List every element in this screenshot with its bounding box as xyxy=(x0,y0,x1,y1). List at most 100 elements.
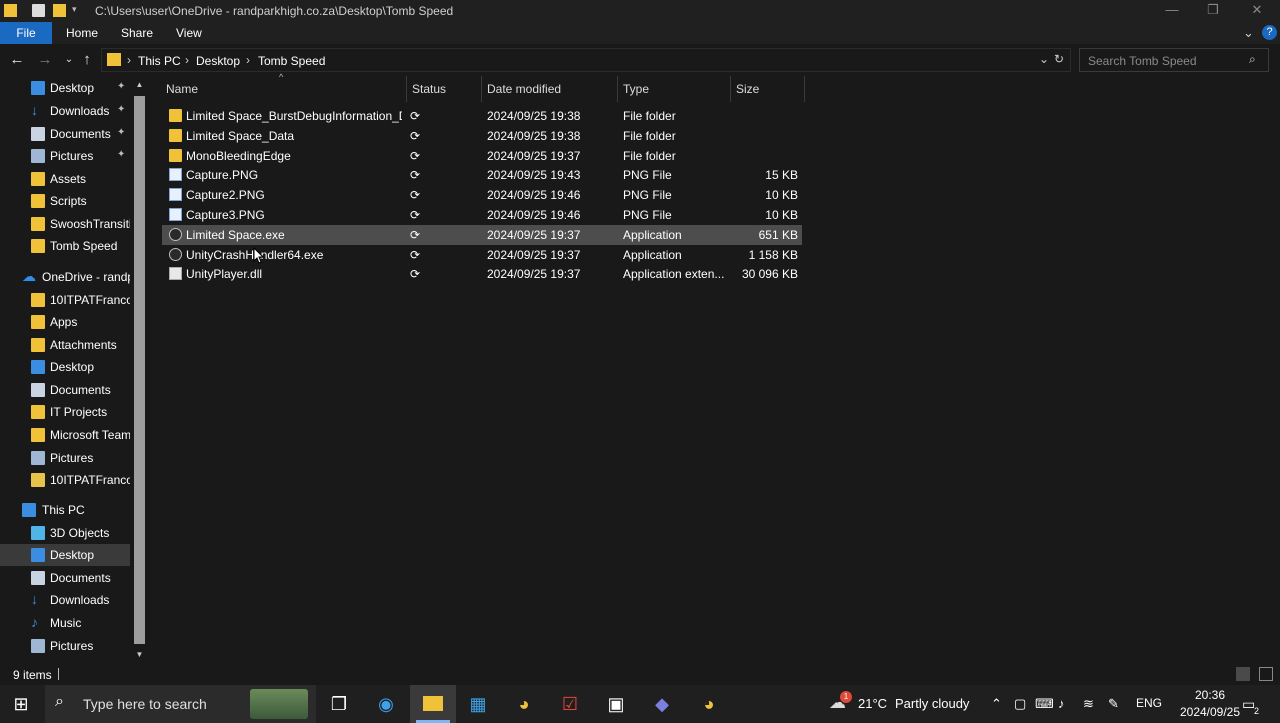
clock-date[interactable]: 2024/09/25 xyxy=(1168,705,1252,719)
show-hidden-icons-icon[interactable]: ⌃ xyxy=(991,696,1002,712)
search-input[interactable] xyxy=(1086,52,1250,70)
sidebar-item-tomb-speed[interactable]: Tomb Speed xyxy=(0,235,130,257)
address-bar[interactable]: › This PC › Desktop › Tomb Speed ⌄ ↻ xyxy=(101,48,1071,72)
sidebar-item-scripts[interactable]: Scripts xyxy=(0,190,130,212)
capture-icon[interactable]: ▣ xyxy=(603,691,629,717)
sidebar-item-desktop[interactable]: Desktop xyxy=(0,356,130,378)
column-size[interactable]: Size xyxy=(736,82,759,96)
pin-icon[interactable]: ✦ xyxy=(117,127,125,138)
file-row[interactable]: Limited Space_BurstDebugInformation_D...… xyxy=(162,106,802,126)
search-highlight-image[interactable] xyxy=(250,689,308,719)
store-icon[interactable]: ▦ xyxy=(465,691,491,717)
pin-icon[interactable]: ✦ xyxy=(117,81,125,92)
sidebar-item-it-projects[interactable]: IT Projects xyxy=(0,401,130,423)
tab-file[interactable]: File xyxy=(0,22,52,44)
sidebar-item-pictures[interactable]: Pictures xyxy=(0,635,130,657)
column-name[interactable]: Name xyxy=(166,82,198,96)
restore-button[interactable]: ❐ xyxy=(1191,0,1235,22)
sidebar-item-music[interactable]: ♪ Music xyxy=(0,612,130,634)
sidebar-item-microsoft-teams[interactable]: Microsoft Teams xyxy=(0,424,130,446)
sidebar-scrollbar[interactable]: ▲ ▼ xyxy=(133,80,146,663)
meet-now-icon[interactable]: ▢ xyxy=(1014,696,1026,712)
tab-view[interactable]: View xyxy=(176,22,202,44)
tab-share[interactable]: Share xyxy=(121,22,153,44)
todoist-icon[interactable]: ☑ xyxy=(557,691,583,717)
language-indicator[interactable]: ENG xyxy=(1136,696,1162,710)
taskbar-search-placeholder[interactable]: Type here to search xyxy=(83,696,207,712)
customize-chevron-icon[interactable]: ▾ xyxy=(72,4,85,17)
forward-icon[interactable]: → xyxy=(36,50,54,70)
task-view-icon[interactable]: ❐ xyxy=(326,691,352,717)
sidebar-item-documents[interactable]: Documents ✦ xyxy=(0,123,130,145)
breadcrumb-separator[interactable]: › xyxy=(127,53,131,67)
network-icon[interactable]: ≋ xyxy=(1083,696,1094,712)
sidebar-item-desktop[interactable]: Desktop xyxy=(0,544,130,566)
edge-icon[interactable]: ◉ xyxy=(373,691,399,717)
column-divider[interactable] xyxy=(804,76,805,102)
large-icons-view-icon[interactable] xyxy=(1259,667,1273,681)
weather-text[interactable]: Partly cloudy xyxy=(895,696,969,711)
chrome-icon[interactable]: ◕ xyxy=(511,691,537,717)
sidebar-item-downloads[interactable]: ↓ Downloads ✦ xyxy=(0,100,130,122)
sidebar-item-3d-objects[interactable]: 3D Objects xyxy=(0,522,130,544)
sidebar-item-desktop[interactable]: Desktop ✦ xyxy=(0,77,130,99)
file-row[interactable]: Capture.PNG ⟳ 2024/09/25 19:43 PNG File 15 K… xyxy=(162,165,802,185)
taskbar-search[interactable]: ⌕ Type here to search xyxy=(45,685,316,723)
file-row[interactable]: Capture3.PNG ⟳ 2024/09/25 19:46 PNG File 10 … xyxy=(162,205,802,225)
column-divider[interactable] xyxy=(481,76,482,102)
column-type[interactable]: Type xyxy=(623,82,649,96)
scroll-up-icon[interactable]: ▲ xyxy=(134,80,145,89)
breadcrumb-separator[interactable]: › xyxy=(246,53,250,67)
tab-home[interactable]: Home xyxy=(66,22,98,44)
scroll-down-icon[interactable]: ▼ xyxy=(134,650,145,659)
recent-chevron-icon[interactable]: ⌄ xyxy=(60,50,78,70)
windows-start-icon[interactable]: ⊞ xyxy=(8,691,34,717)
close-button[interactable]: ✕ xyxy=(1235,0,1279,22)
clock-time[interactable]: 20:36 xyxy=(1180,688,1240,702)
sidebar-item-documents[interactable]: Documents xyxy=(0,379,130,401)
sidebar-item-assets[interactable]: Assets xyxy=(0,168,130,190)
column-divider[interactable] xyxy=(406,76,407,102)
sidebar-item-attachments[interactable]: Attachments xyxy=(0,334,130,356)
sidebar-item-10itpatfrancoisl[interactable]: 10ITPATFrancoisl xyxy=(0,289,130,311)
address-dropdown-icon[interactable]: ⌄ xyxy=(1039,52,1049,66)
help-icon[interactable]: ? xyxy=(1262,25,1277,40)
sidebar-item-onedrive-randpa[interactable]: ☁ OneDrive - randpa xyxy=(0,266,130,288)
column-divider[interactable] xyxy=(617,76,618,102)
sidebar-item-pictures[interactable]: Pictures ✦ xyxy=(0,145,130,167)
file-row[interactable]: Limited Space_Data ⟳ 2024/09/25 19:38 File … xyxy=(162,126,802,146)
sidebar-item-10itpatfrancoisl[interactable]: 10ITPATFrancoisl xyxy=(0,469,130,491)
pin-icon[interactable]: ✦ xyxy=(117,149,125,160)
file-explorer-taskbar-button[interactable] xyxy=(410,685,456,723)
file-row[interactable]: Capture2.PNG ⟳ 2024/09/25 19:46 PNG File 10 … xyxy=(162,185,802,205)
up-icon[interactable]: ↑ xyxy=(78,50,96,70)
details-view-icon[interactable] xyxy=(1236,667,1250,681)
scrollbar-thumb[interactable] xyxy=(134,96,145,644)
sidebar-item-downloads[interactable]: ↓ Downloads xyxy=(0,589,130,611)
file-row[interactable]: UnityPlayer.dll ⟳ 2024/09/25 19:37 Applicat… xyxy=(162,264,802,284)
new-folder-icon[interactable] xyxy=(53,4,66,17)
column-status[interactable]: Status xyxy=(412,82,446,96)
sidebar-item-this-pc[interactable]: This PC xyxy=(0,499,130,521)
refresh-icon[interactable]: ↻ xyxy=(1054,52,1064,66)
sidebar-item-documents[interactable]: Documents xyxy=(0,567,130,589)
column-date-modified[interactable]: Date modified xyxy=(487,82,561,96)
input-indicator-icon[interactable]: ⌨ xyxy=(1035,696,1054,712)
visual-studio-icon[interactable]: ◆ xyxy=(649,691,675,717)
search-box[interactable]: ⌕ xyxy=(1079,48,1269,72)
chrome-profile-icon[interactable]: ◕ xyxy=(696,691,722,717)
pen-icon[interactable]: ✎ xyxy=(1108,696,1119,712)
sidebar-item-apps[interactable]: Apps xyxy=(0,311,130,333)
file-row[interactable]: MonoBleedingEdge ⟳ 2024/09/25 19:37 File fo… xyxy=(162,146,802,166)
file-row[interactable]: Limited Space.exe ⟳ 2024/09/25 19:37 Applic… xyxy=(162,224,802,245)
column-divider[interactable] xyxy=(730,76,731,102)
breadcrumb-separator[interactable]: › xyxy=(185,53,189,67)
back-icon[interactable]: ← xyxy=(8,50,26,70)
weather-temp[interactable]: 21°C xyxy=(858,696,887,711)
sidebar-item-pictures[interactable]: Pictures xyxy=(0,447,130,469)
breadcrumb-this-pc[interactable]: This PC xyxy=(138,54,181,68)
breadcrumb-tomb-speed[interactable]: Tomb Speed xyxy=(258,54,325,68)
expand-ribbon-icon[interactable]: ⌄ xyxy=(1243,22,1254,44)
pin-icon[interactable]: ✦ xyxy=(117,104,125,115)
breadcrumb-desktop[interactable]: Desktop xyxy=(196,54,240,68)
